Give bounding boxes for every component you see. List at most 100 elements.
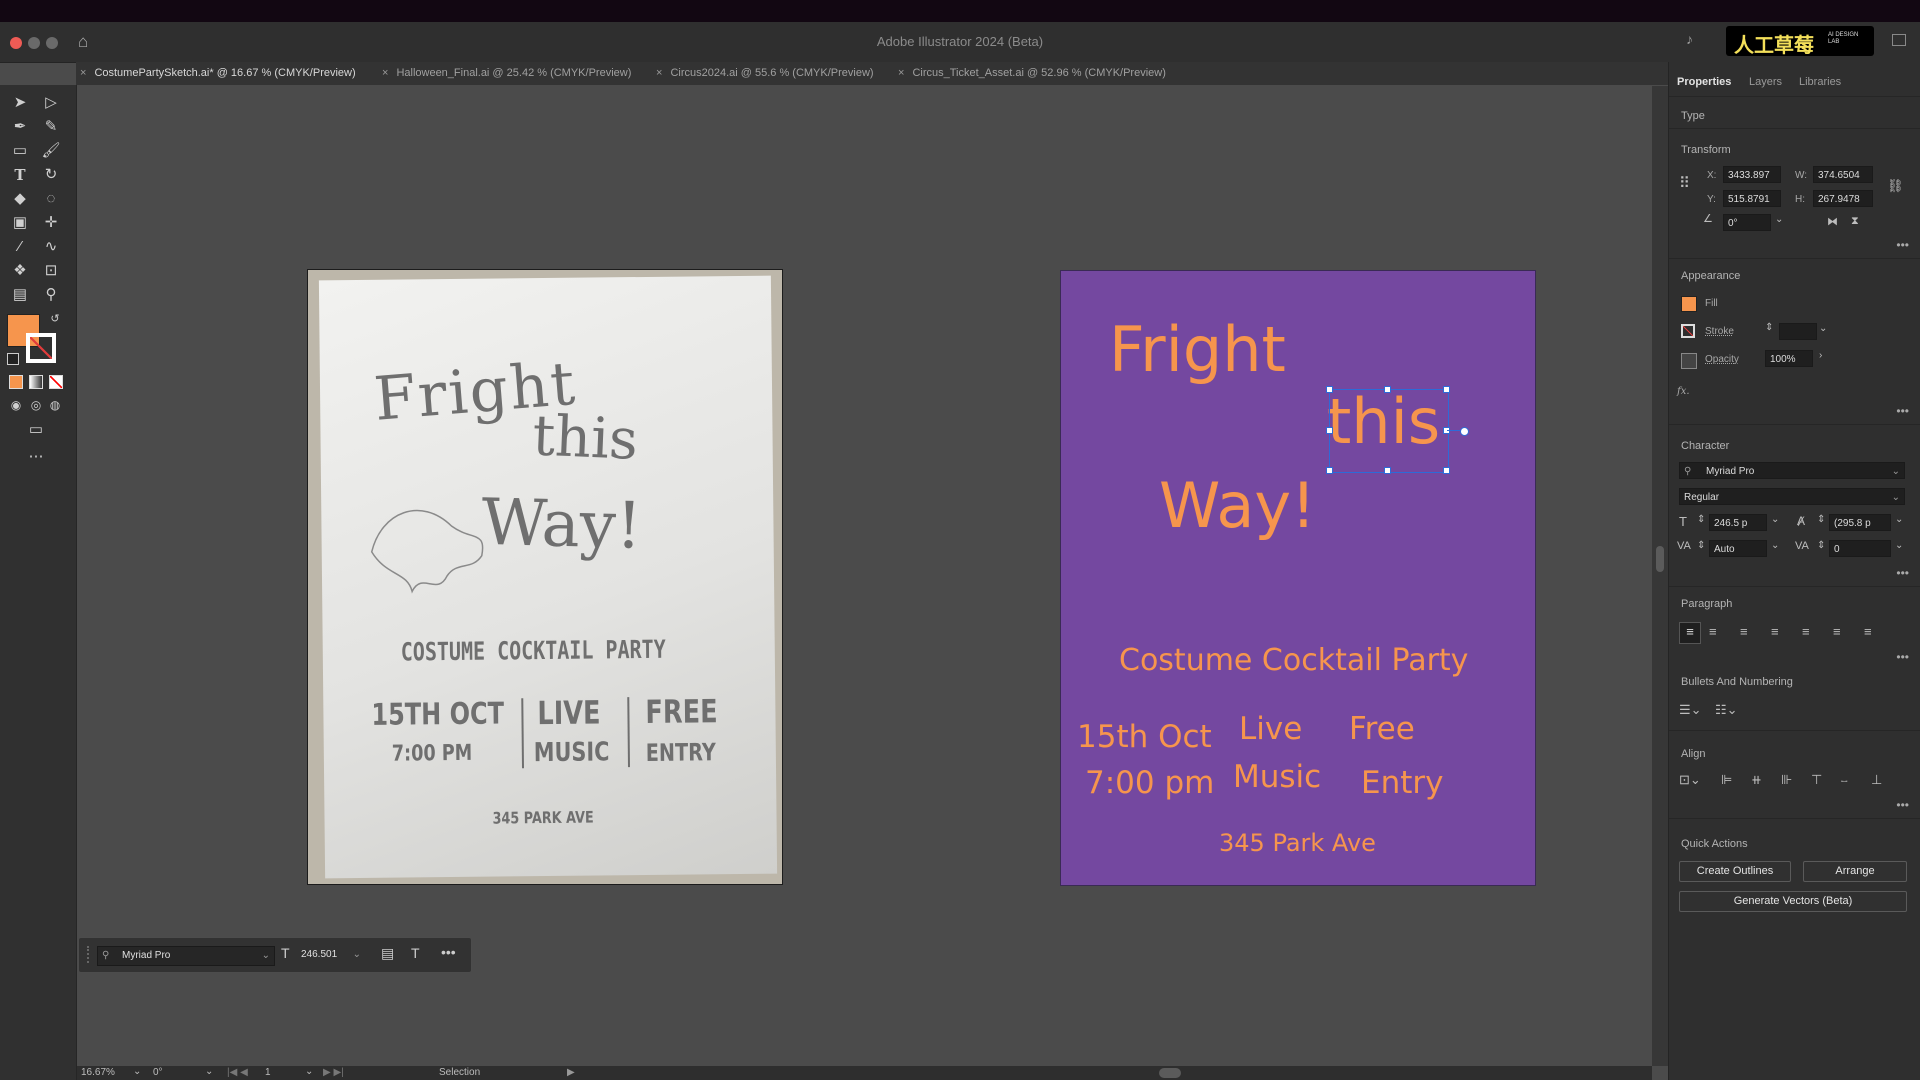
draw-inside-icon[interactable]: ◍ [44,394,66,416]
font-size-stepper-icon[interactable]: ⇕ [1697,514,1705,525]
paragraph-options-icon[interactable]: ▤ [381,945,394,962]
mesh-tool-icon[interactable]: ✛ [40,212,62,234]
artboard-time[interactable]: 7:00 pm [1085,765,1214,801]
vertical-scrollbar[interactable] [1652,86,1668,1066]
zoom-level[interactable]: 16.67% [81,1067,115,1078]
eyedropper-tool-icon[interactable]: ⁄ [9,236,31,258]
gradient-tool-icon[interactable]: ▣ [9,212,31,234]
resize-handle[interactable] [1384,386,1391,393]
artboard-live[interactable]: Live [1239,711,1302,747]
vertical-align-top-icon[interactable]: ⊤ [1811,772,1822,788]
artboard-subtitle[interactable]: Costume Cocktail Party [1119,643,1468,678]
artboard-date[interactable]: 15th Oct [1077,719,1212,755]
chevron-down-icon[interactable]: ⌄ [1775,214,1783,225]
edit-toolbar-icon[interactable]: ⋯ [25,446,47,468]
type-options-icon[interactable]: T [411,945,420,961]
stroke-label[interactable]: Stroke [1705,326,1734,337]
tab-halloween-final[interactable]: × Halloween_Final.ai @ 25.42 % (CMYK/Prev… [382,62,631,85]
justify-center-icon[interactable]: ≡ [1802,624,1810,639]
workspace-switch-icon[interactable] [1892,34,1906,46]
justify-right-icon[interactable]: ≡ [1833,624,1841,639]
chevron-down-icon[interactable]: ⌄ [1895,540,1903,551]
type-thread-port[interactable] [1460,427,1469,436]
font-style-dropdown[interactable]: Regular ⌄ [1679,488,1905,505]
stroke-color-swatch[interactable] [1681,324,1695,338]
artboard-entry[interactable]: Entry [1361,765,1443,801]
paintbrush-tool-icon[interactable]: 🖌 [40,140,62,162]
direct-selection-tool-icon[interactable]: ▷ [40,92,62,114]
tab-properties[interactable]: Properties [1677,76,1731,88]
tracking-input[interactable]: 0 [1829,540,1891,557]
stroke-weight-stepper-icon[interactable]: ⇕ [1765,322,1773,333]
x-input[interactable]: 3433.897 [1723,166,1781,183]
resize-handle[interactable] [1384,467,1391,474]
align-center-icon[interactable]: ≡ [1709,624,1717,639]
chevron-down-icon[interactable]: ⌄ [1771,540,1779,551]
arrange-button[interactable]: Arrange [1803,861,1907,882]
selection-bounding-box[interactable] [1326,386,1469,474]
tab-layers[interactable]: Layers [1749,76,1782,88]
swap-fill-stroke-icon[interactable]: ↺ [44,308,66,330]
close-tab-icon[interactable]: × [656,62,662,85]
color-mode-icon[interactable] [9,375,23,389]
type-tool-icon[interactable]: T [9,164,31,186]
pen-tool-icon[interactable]: ✒ [9,116,31,138]
more-align-options-icon[interactable]: ••• [1896,798,1909,812]
kerning-input[interactable]: Auto [1709,540,1767,557]
effects-fx-icon[interactable]: fx. [1677,386,1690,397]
more-options-icon[interactable]: ••• [441,944,456,960]
horizontal-scrollbar-thumb[interactable] [1159,1068,1181,1078]
resize-handle[interactable] [1443,467,1450,474]
leading-stepper-icon[interactable]: ⇕ [1817,514,1825,525]
fill-color-swatch[interactable] [1681,296,1697,312]
y-input[interactable]: 515.8791 [1723,190,1781,207]
rectangle-tool-icon[interactable]: ▭ [9,140,31,162]
opacity-input[interactable]: 100% [1765,350,1813,367]
horizontal-align-right-icon[interactable]: ⊪ [1781,772,1792,788]
align-left-icon[interactable]: ≡ [1679,622,1701,644]
artboard-free[interactable]: Free [1349,711,1415,747]
opacity-label[interactable]: Opacity [1705,354,1739,365]
close-tab-icon[interactable]: × [382,62,388,85]
blend-tool-icon[interactable]: ∿ [40,236,62,258]
chevron-down-icon[interactable]: ⌄ [1892,463,1900,480]
artboard-title-line1[interactable]: Fright [1109,313,1286,386]
tab-costume-party-sketch[interactable]: × CostumePartySketch.ai* @ 16.67 % (CMYK/… [80,62,356,85]
resize-handle[interactable] [1326,467,1333,474]
font-size-field[interactable]: 246.501 ⌄ [301,946,363,964]
status-menu-arrow-icon[interactable]: ▶ [567,1067,575,1078]
align-to-selection-icon[interactable]: ⊡⌄ [1679,772,1701,788]
more-paragraph-options-icon[interactable]: ••• [1896,650,1909,664]
vertical-align-center-icon[interactable]: ⧿ [1841,772,1848,788]
stroke-swatch[interactable] [26,333,56,363]
more-character-options-icon[interactable]: ••• [1896,566,1909,580]
font-family-field[interactable]: ⚲ Myriad Pro ⌄ [97,946,275,966]
resize-handle[interactable] [1443,386,1450,393]
artboard-address[interactable]: 345 Park Ave [1219,829,1376,857]
scrollbar-thumb[interactable] [1656,546,1664,572]
more-transform-options-icon[interactable]: ••• [1896,238,1909,252]
flip-vertical-icon[interactable]: ⧗ [1851,215,1859,228]
stroke-weight-input[interactable] [1779,323,1817,340]
rotation-input[interactable]: 0° [1723,214,1771,231]
more-appearance-options-icon[interactable]: ••• [1896,404,1909,418]
curvature-tool-icon[interactable]: ✎ [40,116,62,138]
numbered-list-icon[interactable]: ☷⌄ [1715,702,1738,718]
chevron-down-icon[interactable]: ⌄ [1819,323,1827,334]
zoom-tool-icon[interactable]: ⚲ [40,284,62,306]
tab-circus-2024[interactable]: × Circus2024.ai @ 55.6 % (CMYK/Preview) [656,62,874,85]
artboard-music[interactable]: Music [1233,759,1321,795]
justify-all-icon[interactable]: ≡ [1864,624,1872,639]
next-artboard-icon[interactable]: ▶ ▶| [323,1067,344,1078]
artboard-number[interactable]: 1 [265,1067,271,1078]
resize-handle[interactable] [1326,427,1333,434]
chevron-down-icon[interactable]: ⌄ [1771,514,1779,525]
chevron-down-icon[interactable]: ⌄ [353,946,361,964]
sketch-image[interactable]: Fright this Way! COSTUME COCKTAIL PARTY … [307,269,783,885]
font-family-dropdown[interactable]: ⚲ Myriad Pro ⌄ [1679,462,1905,479]
close-tab-icon[interactable]: × [898,62,904,85]
leading-input[interactable]: (295.8 p [1829,514,1891,531]
chevron-down-icon[interactable]: ⌄ [1895,514,1903,525]
resize-handle[interactable] [1326,386,1333,393]
lasso-tool-icon[interactable]: ◌ [40,188,62,210]
